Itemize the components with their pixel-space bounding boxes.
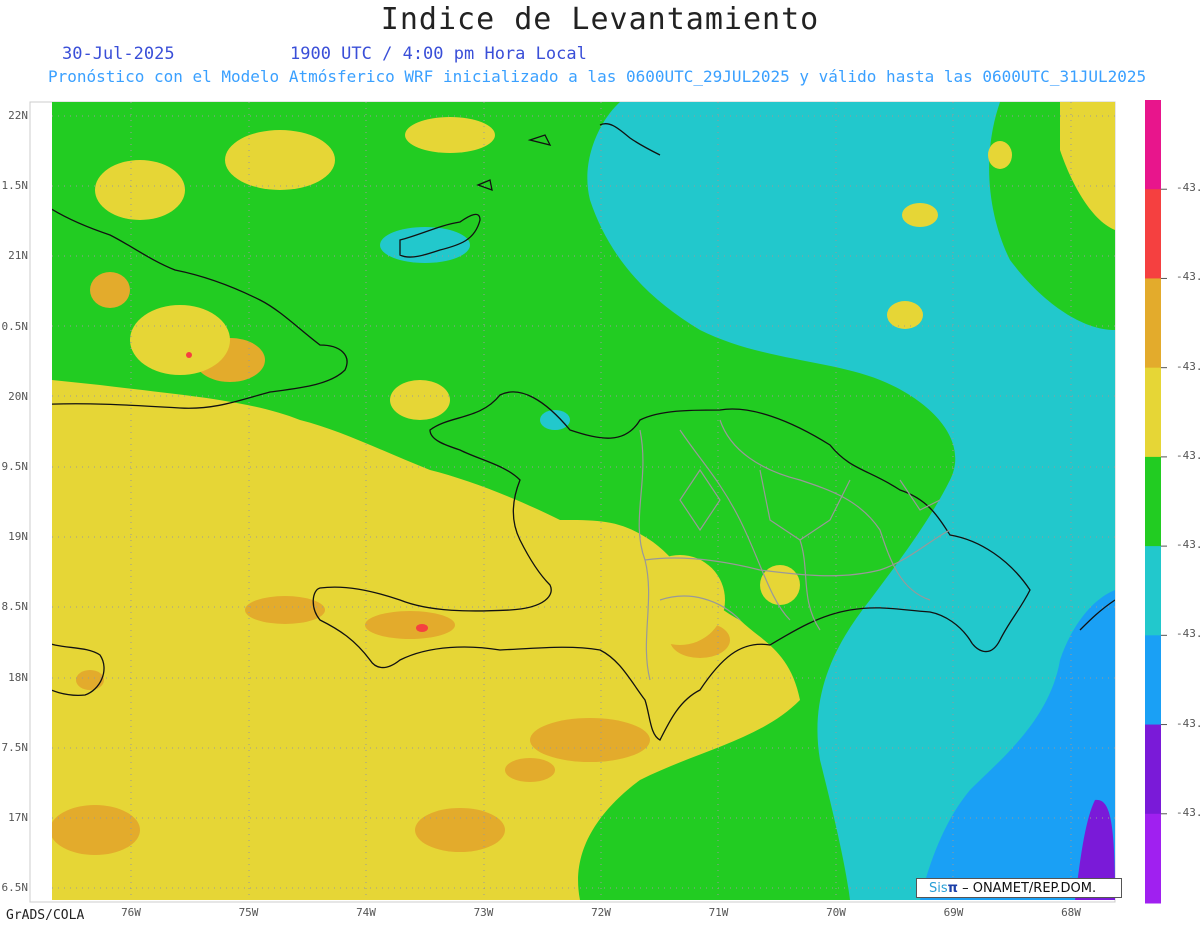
colorbar-swatch (1145, 367, 1161, 458)
latitude-label: 18N (8, 670, 28, 684)
colorbar-label: -43.4 (1176, 448, 1200, 462)
colorbar-label: -43.3 (1176, 359, 1200, 373)
colorbar-swatch (1145, 278, 1161, 369)
colorbar-label: -43.5 (1176, 538, 1200, 552)
latitude-label: 9.5N (1, 460, 29, 473)
longitude-label: 72W (591, 906, 611, 919)
longitude-label: 76W (121, 906, 141, 919)
colorbar-label: -43.1 (1176, 181, 1200, 195)
longitude-label: 74W (356, 906, 376, 919)
colorbar-label: -43.8 (1176, 805, 1200, 819)
grads-credit: GrADS/COLA (6, 908, 85, 923)
latitude-label: 20N (8, 389, 28, 403)
latitude-label: 17N (8, 811, 28, 824)
onamet-logo: Sis π – ONAMET/REP.DOM. (916, 878, 1122, 898)
colorbar-swatch (1145, 189, 1161, 279)
longitude-label: 70W (826, 906, 846, 919)
latitude-label: 0.5N (1, 319, 29, 333)
colorbar-label: -43.2 (1176, 270, 1200, 284)
longitude-label: 75W (238, 906, 259, 919)
colorbar-swatch (1145, 100, 1161, 190)
latitude-label: 1.5N (1, 179, 29, 193)
longitude-label: 68W (1061, 906, 1081, 919)
colorbar-swatch (1145, 724, 1161, 815)
latitude-label: 8.5N (1, 600, 29, 614)
longitude-label: 71W (708, 906, 729, 919)
latitude-label: 22N (8, 109, 28, 122)
colorbar (1145, 100, 1167, 904)
colorbar-swatch (1145, 813, 1161, 904)
colorbar-label: -43.7 (1176, 716, 1200, 730)
latitude-label: 19N (8, 530, 28, 544)
colorbar-label: -43.6 (1176, 627, 1200, 641)
latitude-label: 21N (8, 249, 28, 263)
colorbar-swatch (1145, 456, 1161, 547)
latitude-label: 6.5N (1, 881, 29, 895)
forecast-map (29, 100, 1167, 904)
colorbar-swatch (1145, 546, 1161, 636)
latitude-label: 7.5N (1, 740, 29, 754)
longitude-label: 69W (943, 906, 964, 919)
longitude-label: 73W (473, 906, 494, 919)
colorbar-swatch (1145, 635, 1161, 726)
